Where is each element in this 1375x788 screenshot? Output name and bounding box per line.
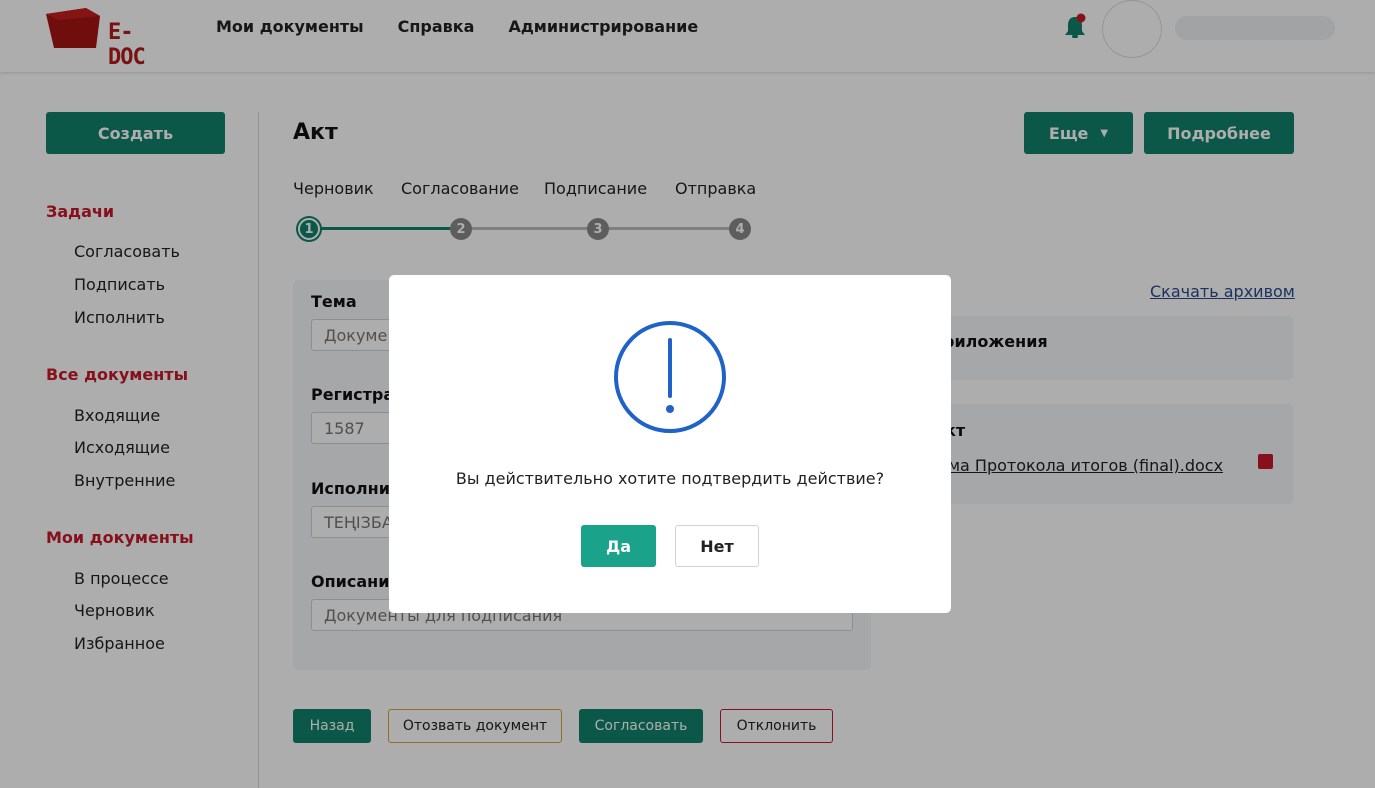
confirm-yes-button[interactable]: Да (581, 525, 656, 567)
confirm-no-button[interactable]: Нет (675, 525, 759, 567)
confirm-dialog: Вы действительно хотите подтвердить дейс… (389, 275, 951, 613)
confirm-message: Вы действительно хотите подтвердить дейс… (455, 469, 885, 488)
exclamation-circle-icon (614, 321, 726, 433)
